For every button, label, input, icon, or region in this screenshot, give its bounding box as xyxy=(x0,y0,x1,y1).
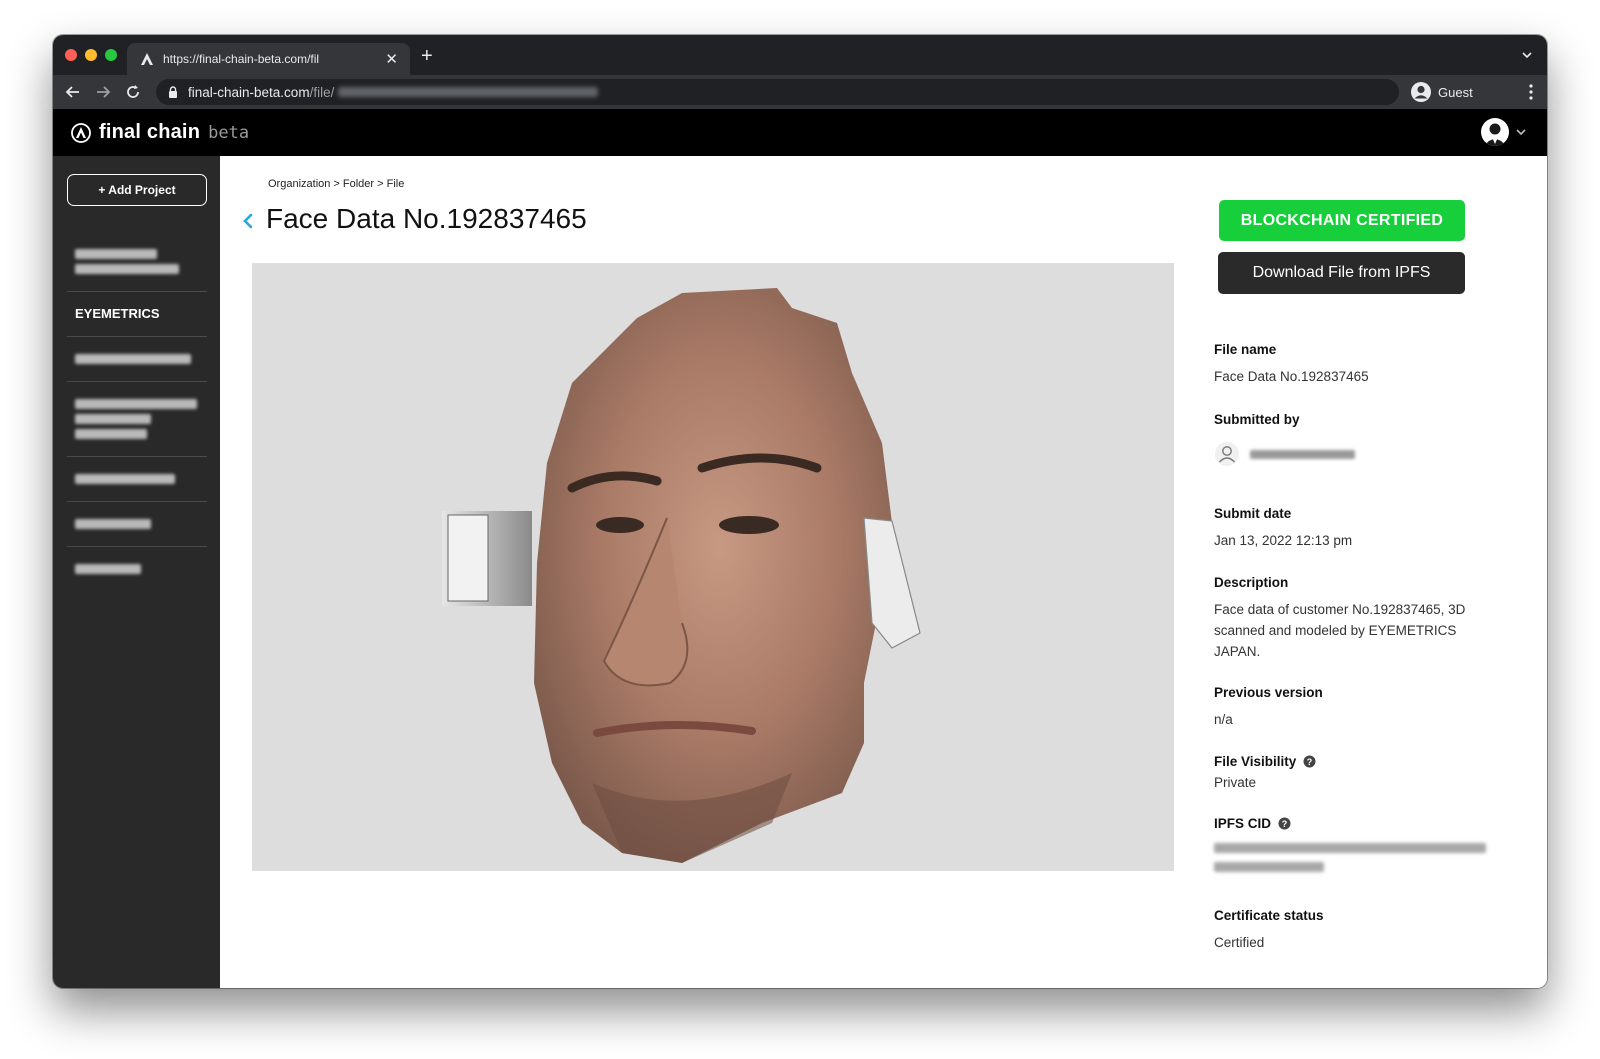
field-label: Description xyxy=(1214,575,1289,590)
certificate-status-field: Certificate status Certified xyxy=(1214,908,1324,953)
file-visibility-field: File Visibility ? Private xyxy=(1214,754,1316,793)
user-menu[interactable] xyxy=(1481,118,1527,146)
address-bar[interactable]: final-chain-beta.com /file/ xyxy=(156,79,1399,105)
project-list: EYEMETRICS xyxy=(67,232,207,591)
final-chain-logo-icon xyxy=(71,122,91,143)
face-scan-model xyxy=(442,288,921,863)
redacted-text xyxy=(75,354,191,364)
redacted-text xyxy=(75,564,141,574)
page-title: Face Data No.192837465 xyxy=(266,203,587,234)
tab-search-chevron-icon[interactable] xyxy=(1521,48,1533,66)
guest-avatar-icon xyxy=(1411,82,1431,102)
blockchain-certified-button[interactable]: BLOCKCHAIN CERTIFIED xyxy=(1219,200,1465,241)
field-label: Previous version xyxy=(1214,685,1323,700)
redacted-text xyxy=(75,264,179,274)
redacted-text xyxy=(75,519,151,529)
field-value: Jan 13, 2022 12:13 pm xyxy=(1214,533,1353,548)
field-value: Face data of customer No.192837465, 3D s… xyxy=(1214,602,1466,659)
forward-nav-icon[interactable] xyxy=(93,82,113,102)
submitted-by-field: Submitted by xyxy=(1214,412,1355,467)
final-chain-favicon-icon xyxy=(139,51,155,67)
sidebar-item-redacted[interactable] xyxy=(67,502,207,547)
download-ipfs-button[interactable]: Download File from IPFS xyxy=(1218,252,1465,294)
redacted-text xyxy=(75,474,175,484)
field-label: File name xyxy=(1214,342,1277,357)
redacted-text xyxy=(75,429,147,439)
maximize-window-button[interactable] xyxy=(105,49,117,61)
url-path: /file/ xyxy=(309,84,335,100)
sidebar-item-eyemetrics[interactable]: EYEMETRICS xyxy=(67,292,207,337)
submitter[interactable] xyxy=(1214,441,1355,467)
field-label: File Visibility xyxy=(1214,754,1297,769)
description-field: Description Face data of customer No.192… xyxy=(1214,575,1476,662)
tab-title: https://final-chain-beta.com/fil xyxy=(163,52,320,66)
sidebar: + Add Project EYEMETRICS xyxy=(53,156,220,988)
browser-window: https://final-chain-beta.com/fil ✕ + fin… xyxy=(53,35,1547,988)
profile-label: Guest xyxy=(1438,84,1473,100)
back-nav-icon[interactable] xyxy=(63,82,83,102)
tab-strip: https://final-chain-beta.com/fil ✕ + xyxy=(53,35,1547,75)
svg-text:?: ? xyxy=(1307,757,1313,767)
redacted-text xyxy=(75,249,157,259)
field-value: n/a xyxy=(1214,712,1233,727)
app-header: final chain beta xyxy=(53,109,1547,156)
chevron-down-icon[interactable] xyxy=(1515,126,1527,138)
sidebar-item-redacted[interactable] xyxy=(67,337,207,382)
new-tab-button[interactable]: + xyxy=(421,46,433,66)
redacted-url-id xyxy=(338,87,599,97)
sidebar-item-redacted[interactable] xyxy=(67,232,207,292)
sidebar-item-redacted[interactable] xyxy=(67,457,207,502)
help-icon[interactable]: ? xyxy=(1278,817,1291,830)
breadcrumb[interactable]: Organization > Folder > File xyxy=(268,178,404,190)
field-label: Certificate status xyxy=(1214,908,1324,923)
file-name-field: File name Face Data No.192837465 xyxy=(1214,342,1369,387)
svg-text:?: ? xyxy=(1282,819,1288,829)
redacted-cid xyxy=(1214,843,1489,872)
sidebar-item-redacted[interactable] xyxy=(67,382,207,457)
field-label-row: File Visibility ? xyxy=(1214,754,1316,769)
redacted-text xyxy=(75,414,151,424)
back-chevron-icon[interactable] xyxy=(242,212,254,235)
field-label: Submit date xyxy=(1214,506,1292,521)
close-window-button[interactable] xyxy=(65,49,77,61)
browser-toolbar: final-chain-beta.com /file/ Guest xyxy=(53,75,1547,109)
field-value: Private xyxy=(1214,775,1257,790)
field-label: IPFS CID xyxy=(1214,816,1272,831)
file-details-panel: BLOCKCHAIN CERTIFIED Download File from … xyxy=(1214,156,1514,988)
avatar xyxy=(1481,118,1509,146)
field-label-row: IPFS CID ? xyxy=(1214,816,1489,831)
brand-logo[interactable]: final chain beta xyxy=(71,121,249,144)
redacted-submitter xyxy=(1250,449,1355,459)
add-project-button[interactable]: + Add Project xyxy=(67,174,207,206)
field-value: Face Data No.192837465 xyxy=(1214,369,1369,384)
url-host: final-chain-beta.com xyxy=(188,84,310,100)
sidebar-item-redacted[interactable] xyxy=(67,547,207,591)
minimize-window-button[interactable] xyxy=(85,49,97,61)
field-label: Submitted by xyxy=(1214,412,1300,427)
help-icon[interactable]: ? xyxy=(1303,755,1316,768)
previous-version-field: Previous version n/a xyxy=(1214,685,1323,730)
lock-icon[interactable] xyxy=(168,86,178,98)
3d-model-viewer[interactable] xyxy=(252,263,1174,871)
reload-icon[interactable] xyxy=(123,82,143,102)
brand-name: final chain xyxy=(99,121,201,143)
field-value: Certified xyxy=(1214,935,1265,950)
profile-button[interactable]: Guest xyxy=(1410,79,1473,105)
submit-date-field: Submit date Jan 13, 2022 12:13 pm xyxy=(1214,506,1352,551)
user-icon xyxy=(1215,442,1239,466)
browser-menu-icon[interactable] xyxy=(1529,84,1533,105)
redacted-text xyxy=(75,399,197,409)
sidebar-item-label: EYEMETRICS xyxy=(75,306,160,321)
redacted-text xyxy=(1214,843,1486,853)
main-content: Organization > Folder > File Face Data N… xyxy=(220,156,1547,988)
ipfs-cid-field: IPFS CID ? xyxy=(1214,816,1489,872)
brand-tag: beta xyxy=(208,122,250,143)
redacted-text xyxy=(1214,862,1324,872)
browser-tab[interactable]: https://final-chain-beta.com/fil ✕ xyxy=(127,43,410,75)
tab-close-icon[interactable]: ✕ xyxy=(385,52,398,67)
